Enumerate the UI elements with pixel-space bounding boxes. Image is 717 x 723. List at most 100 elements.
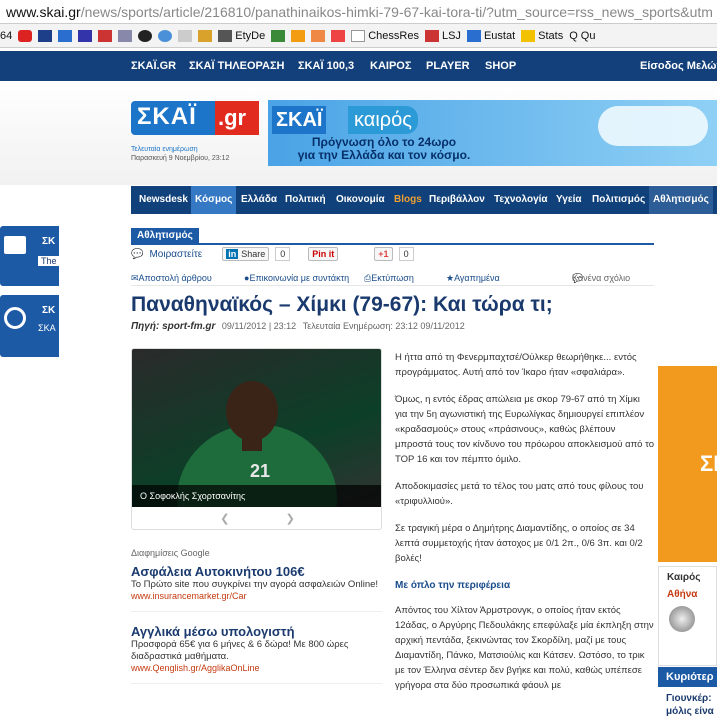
article-subheading: Με όπλο την περιφέρεια [395,580,511,591]
secnav-greece[interactable]: Ελλάδα [237,186,281,214]
sidebar-radio-box[interactable]: ΣΚ ΣΚΑ [0,295,59,357]
topnav-skai-radio[interactable]: ΣΚΑΪ 100,3 [298,51,354,81]
top-story-line1: Γιουνκέρ: [666,693,712,704]
ad-item[interactable]: Ασφάλεια Αυτοκινήτου 106€ Το Πρώτο site … [131,564,382,612]
bookmark-64[interactable]: 64 [0,24,12,47]
ad-url[interactable]: www.insurancemarket.gr/Car [131,591,382,601]
secnav-environment[interactable]: Περιβάλλον [425,186,489,214]
tag-icon[interactable] [311,29,326,42]
url-path: /news/sports/article/216810/panathinaiko… [80,4,713,20]
grid-icon[interactable] [178,29,193,42]
section-label[interactable]: Αθλητισμός [131,228,199,243]
linkedin-share-button[interactable]: in Share [222,247,270,261]
comments-link[interactable]: Κανένα σχόλιο 💬 [572,270,630,286]
ad-title[interactable]: Ασφάλεια Αυτοκινήτου 106€ [131,564,382,579]
topnav-weather[interactable]: ΚΑΙΡΟΣ [370,51,411,81]
secnav-world[interactable]: Κόσμος [191,186,237,214]
gplus-label: +1 [378,249,389,259]
bookmark-qu[interactable]: Q Qu [569,24,595,47]
secnav-culture[interactable]: Πολιτισμός [588,186,649,214]
flag-icon[interactable] [98,29,113,42]
article-updated: Τελευταία Ενημέρωση: 23:12 09/11/2012 [302,321,465,331]
logo-text: ΣΚΑΪ [137,103,197,130]
radio-icon [4,307,26,329]
youtube-icon[interactable] [18,29,33,42]
secnav-blogs[interactable]: Blogs [390,186,426,214]
topnav-shop[interactable]: SHOP [485,51,516,81]
topnav-player[interactable]: PLAYER [426,51,470,81]
send-article-link[interactable]: ✉ Αποστολή άρθρου [131,270,212,286]
weather-city[interactable]: Αθήνα [659,583,716,600]
search-icon: Q [569,29,578,42]
article-date: 09/11/2012 [221,321,267,331]
wr-icon[interactable] [331,29,346,42]
bookmark-eustat[interactable]: Eustat [466,24,515,47]
favorites-link[interactable]: ★ Αγαπημένα [446,270,500,286]
bookmark-chessres[interactable]: ChessRes [351,24,419,47]
opera-icon[interactable] [138,29,153,42]
login-link[interactable]: Είσοδος Μελών [640,51,717,81]
sidebar-promo[interactable]: ΣΗ [658,366,717,562]
bookmark-lsj[interactable]: LSJ [424,24,461,47]
url-icon[interactable] [78,29,93,42]
sidebar-promo-text: ΣΗ [700,451,717,476]
last-updated-value: Παρασκευή 9 Νοεμβρίου, 23:12 [131,155,230,162]
dict-icon[interactable] [198,29,213,42]
photo-pager: ❮ ❯ [132,509,381,529]
favorites-label: Αγαπημένα [454,273,500,283]
next-photo-icon[interactable]: ❯ [286,513,295,525]
pinit-button[interactable]: Pin it [308,247,339,261]
secnav-economy[interactable]: Οικονομία [332,186,389,214]
ads-label: Διαφημίσεις Google [131,548,210,558]
secnav-health[interactable]: Υγεία [552,186,586,214]
site-logo[interactable]: ΣΚΑΪ .gr [131,101,259,135]
eustat-icon [466,29,481,42]
feed-icon[interactable] [291,29,306,42]
print-link[interactable]: ⎙ Εκτύπωση [364,270,414,286]
weather-banner[interactable]: ΣΚΑΪ καιρός Πρόγνωση όλο το 24ωρο για τη… [268,100,717,166]
article-meta: Πηγή: sport-fm.gr 09/11/2012 | 23:12 Τελ… [131,321,465,332]
topnav-skai-gr[interactable]: ΣΚΑΪ.GR [131,51,176,81]
secnav-politics[interactable]: Πολιτική [281,186,330,214]
bookmarks-bar: 64 EtyDe ChessRes LSJ Eustat Stats Q Qu [0,24,717,48]
bookmark-stats[interactable]: Stats [521,24,563,47]
ad-title[interactable]: Αγγλικά μέσω υπολογιστή [131,624,382,639]
bookmark-icon[interactable] [271,29,286,42]
lsj-icon [424,29,439,42]
comments-label: Κανένα σχόλιο [572,273,631,283]
share-label: Μοιραστείτε [149,248,203,260]
linkedin-count: 0 [275,247,291,261]
svg-text:21: 21 [250,461,270,481]
article-title: Παναθηναϊκός – Χίμκι (79-67): Και τώρα τ… [131,293,553,316]
google-ads: Διαφημίσεις Google Ασφάλεια Αυτοκινήτου … [131,548,382,696]
news-icon[interactable] [58,29,73,42]
sidebar-box2-title: ΣΚ [42,305,56,316]
link-icon[interactable] [118,29,133,42]
ept-icon[interactable] [38,29,53,42]
globe-icon[interactable] [158,29,173,42]
article-source[interactable]: Πηγή: sport-fm.gr [131,321,215,332]
ad-item[interactable]: Αγγλικά μέσω υπολογιστή Προσφορά 65€ για… [131,624,382,684]
sidebar-tv-box[interactable]: ΣΚ The [0,226,59,286]
top-story-line2: μόλις είνα [666,706,714,717]
gplus-button[interactable]: +1 [374,247,393,261]
player-photo[interactable]: 21 [132,349,381,529]
sidebar-box1-title: ΣΚ [42,236,56,247]
ad-url[interactable]: www.Qenglish.gr/AgglikaOnLine [131,663,382,673]
secnav-sports[interactable]: Αθλητισμός [649,186,713,214]
send-article-label: Αποστολή άρθρου [138,273,212,283]
address-bar[interactable]: www.skai.gr/news/sports/article/216810/p… [0,0,717,24]
bookmark-etyde[interactable]: EtyDe [218,24,265,47]
secnav-newsdesk[interactable]: Newsdesk [135,186,192,214]
sidebar-box1-sub: The [38,256,59,266]
secnav-technology[interactable]: Τεχνολογία [490,186,552,214]
topnav-skai-tv[interactable]: ΣΚΑΪ ΤΗΛΕΟΡΑΣΗ [189,51,285,81]
ad-text: Το Πρώτο site που συγκρίνει την αγορά ασ… [131,579,379,590]
book-icon [218,29,233,42]
banner-weather: καιρός [348,106,418,134]
linkedin-label: Share [241,249,266,259]
contact-author-link[interactable]: ● Επικοινωνία με συντάκτη [244,270,349,286]
weather-widget: Καιρός Αθήνα [658,566,717,666]
top-story[interactable]: Γιουνκέρ: μόλις είνα [666,692,717,718]
prev-photo-icon[interactable]: ❮ [220,513,229,525]
